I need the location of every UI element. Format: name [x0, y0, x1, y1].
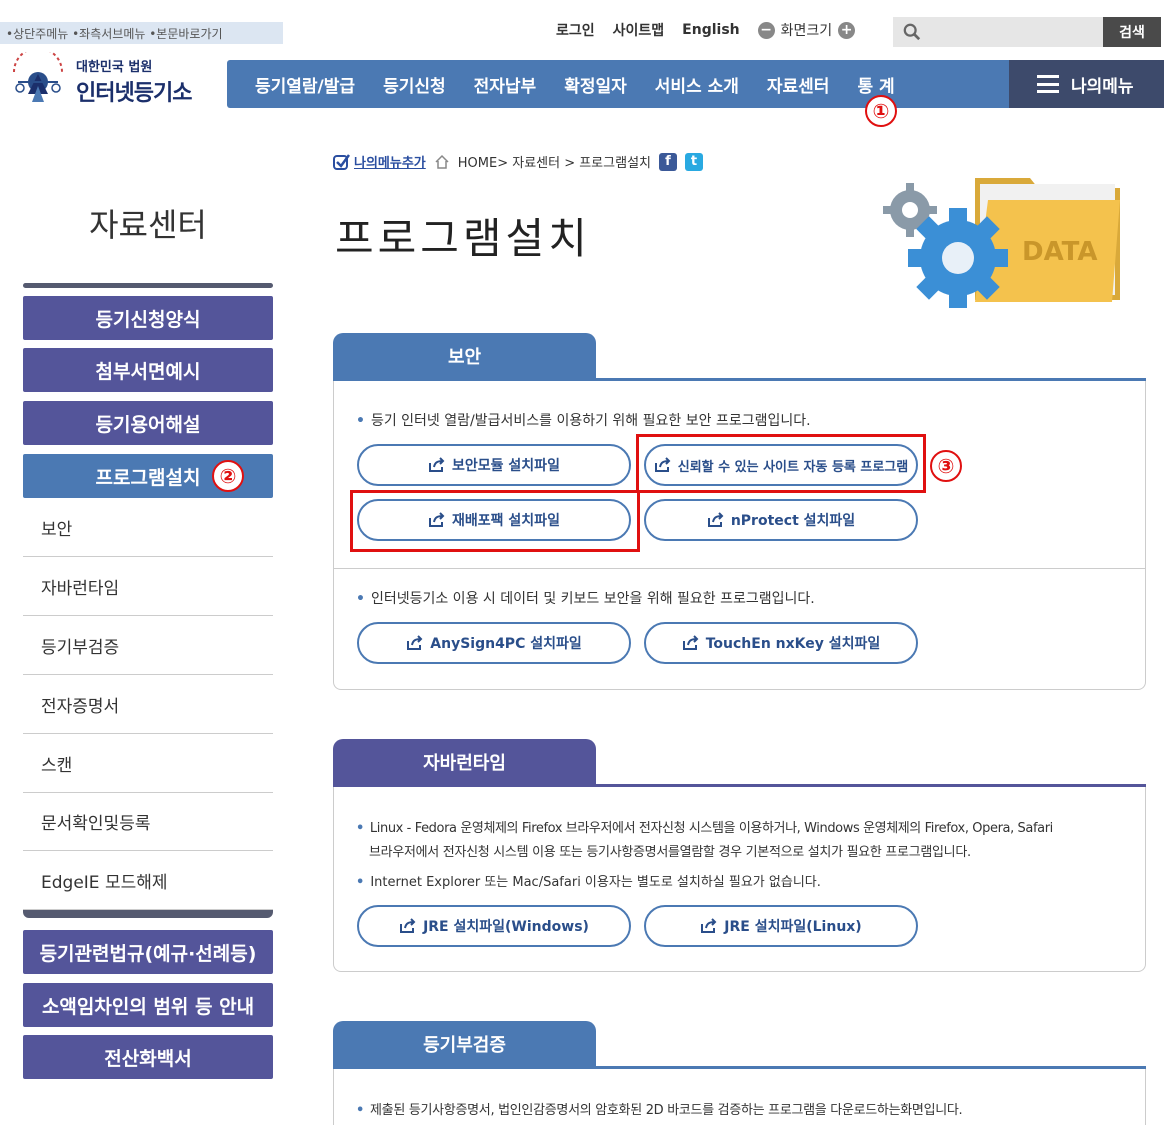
facebook-icon[interactable]: f	[659, 152, 677, 171]
java-desc-1: Linux - Fedora 운영체제의 Firefox 브라우저에서 전자신청…	[356, 817, 1053, 836]
logo-bottom-text: 인터넷등기소	[76, 80, 192, 106]
search-icon	[903, 23, 921, 41]
nprotect-install-button[interactable]: nProtect 설치파일	[644, 499, 918, 541]
highlight-box-redistributable	[350, 490, 640, 552]
step-marker-2: ②	[212, 460, 244, 492]
nav-item-registry-view[interactable]: 등기열람/발급	[255, 72, 355, 97]
nav-item-fixed-date[interactable]: 확정일자	[564, 72, 627, 97]
sidebar-item-examples[interactable]: 첨부서면예시	[23, 348, 273, 392]
anysign-install-label: AnySign4PC 설치파일	[430, 636, 582, 652]
security-module-install-label: 보안모듈 설치파일	[452, 458, 560, 474]
sitemap-link[interactable]: 사이트맵	[613, 20, 665, 40]
home-icon	[435, 154, 449, 169]
section-tab-verify: 등기부검증	[333, 1021, 596, 1067]
zoom-in-icon[interactable]: +	[838, 21, 856, 39]
nav-item-data-center[interactable]: 자료센터	[767, 72, 830, 97]
share-icon	[429, 457, 445, 472]
section-tab-security: 보안	[333, 333, 596, 379]
sidebar-sub-verify[interactable]: 등기부검증	[23, 617, 273, 675]
section-tab-java: 자바런타임	[333, 739, 596, 785]
jre-windows-install-button[interactable]: JRE 설치파일(Windows)	[357, 905, 631, 947]
sidebar-title: 자료센터	[89, 206, 207, 244]
nav-item-statistics[interactable]: 통 계	[857, 72, 894, 97]
security-divider	[334, 568, 1145, 569]
share-icon	[682, 635, 699, 650]
english-link[interactable]: English	[682, 22, 739, 38]
java-desc-1b: 브라우저에서 전자신청 시스템 이용 또는 등기사항증명서를열람할 경우 기본적…	[369, 845, 971, 860]
security-desc-1: 등기 인터넷 열람/발급서비스를 이용하기 위해 필요한 보안 프로그램입니다.	[356, 410, 811, 430]
twitter-icon[interactable]: t	[685, 152, 703, 171]
share-icon	[707, 512, 724, 527]
skip-links[interactable]: •상단주메뉴 •좌측서브메뉴 •본문바로가기	[0, 22, 283, 44]
zoom-control: − 화면크기 +	[757, 20, 856, 40]
sidebar-item-forms[interactable]: 등기신청양식	[23, 296, 273, 340]
sidebar-item-laws[interactable]: 등기관련법규(예규·선례등)	[23, 930, 273, 974]
breadcrumb-path: HOME> 자료센터 > 프로그램설치	[457, 156, 651, 171]
nav-item-service-intro[interactable]: 서비스 소개	[655, 72, 739, 97]
logo-text: 대한민국 법원 인터넷등기소	[76, 56, 192, 107]
touchen-install-label: TouchEn nxKey 설치파일	[705, 636, 881, 652]
step-marker-3: ③	[930, 450, 962, 482]
jre-linux-install-label: JRE 설치파일(Linux)	[724, 919, 862, 935]
sidebar-sub-scan[interactable]: 스캔	[23, 735, 273, 793]
login-link[interactable]: 로그인	[556, 20, 595, 40]
security-module-install-button[interactable]: 보안모듈 설치파일	[357, 444, 631, 486]
search-bar: 검색	[893, 17, 1161, 47]
sidebar-item-glossary[interactable]: 등기용어해설	[23, 401, 273, 445]
touchen-install-button[interactable]: TouchEn nxKey 설치파일	[644, 622, 918, 664]
share-icon	[701, 918, 717, 933]
court-emblem-icon	[13, 52, 63, 102]
add-my-menu-label: 나의메뉴추가	[354, 156, 426, 171]
search-input[interactable]	[893, 17, 1103, 47]
nprotect-install-label: nProtect 설치파일	[730, 513, 856, 529]
page-title: 프로그램설치	[335, 214, 591, 263]
zoom-out-icon[interactable]: −	[757, 21, 775, 39]
site-logo[interactable]: 대한민국 법원 인터넷등기소	[6, 52, 192, 110]
sidebar-item-tenant-range[interactable]: 소액임차인의 범위 등 안내	[23, 983, 273, 1027]
sidebar-sub-security[interactable]: 보안	[23, 499, 273, 557]
java-desc-2: Internet Explorer 또는 Mac/Safari 이용자는 별도로…	[356, 871, 821, 890]
hero-label: DATA	[1022, 237, 1098, 267]
logo-top-text: 대한민국 법원	[76, 59, 153, 75]
checkbox-icon	[333, 153, 351, 170]
anysign-install-button[interactable]: AnySign4PC 설치파일	[357, 622, 631, 664]
jre-windows-install-label: JRE 설치파일(Windows)	[423, 919, 589, 935]
sidebar-item-whitepaper[interactable]: 전산화백서	[23, 1035, 273, 1079]
verify-desc-1: 제출된 등기사항증명서, 법인인감증명서의 암호화된 2D 바코드를 검증하는 …	[356, 1099, 963, 1118]
my-menu-button[interactable]: 나의메뉴	[1009, 60, 1164, 108]
share-icon	[400, 918, 416, 933]
sidebar-sub-doc-confirm[interactable]: 문서확인및등록	[23, 793, 273, 851]
sidebar-divider	[23, 283, 273, 288]
add-my-menu-link[interactable]: 나의메뉴추가	[333, 152, 426, 171]
step-marker-1: ①	[865, 95, 897, 127]
sidebar-sub-edge-ie[interactable]: EdgeIE 모드해제	[23, 852, 273, 910]
utility-bar: 로그인 사이트맵 English − 화면크기 +	[556, 20, 856, 40]
sidebar-divider-bottom	[23, 910, 273, 918]
search-button[interactable]: 검색	[1103, 17, 1161, 47]
nav-item-registry-apply[interactable]: 등기신청	[383, 72, 446, 97]
share-icon	[407, 635, 423, 650]
sidebar-sub-e-cert[interactable]: 전자증명서	[23, 676, 273, 734]
jre-linux-install-button[interactable]: JRE 설치파일(Linux)	[644, 905, 918, 947]
my-menu-label: 나의메뉴	[1071, 76, 1134, 97]
zoom-label: 화면크기	[780, 23, 833, 39]
search-box	[893, 17, 1103, 47]
sidebar-sub-java[interactable]: 자바런타임	[23, 558, 273, 616]
nav-item-e-payment[interactable]: 전자납부	[474, 72, 537, 97]
breadcrumb: 나의메뉴추가 HOME> 자료센터 > 프로그램설치 f t	[333, 152, 703, 171]
hamburger-icon	[1037, 75, 1059, 93]
security-desc-2: 인터넷등기소 이용 시 데이터 및 키보드 보안을 위해 필요한 프로그램입니다…	[356, 588, 815, 608]
data-folder-illustration: DATA	[883, 178, 1120, 308]
highlight-box-trusted-site	[636, 434, 926, 493]
